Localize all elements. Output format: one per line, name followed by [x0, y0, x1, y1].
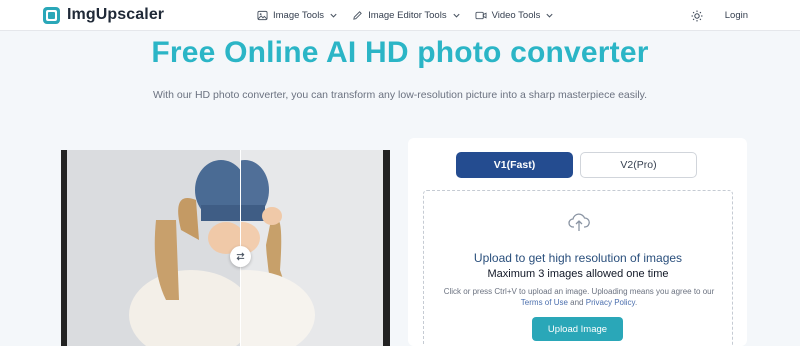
nav-image-tools-label: Image Tools [273, 10, 325, 21]
image-comparison-slider[interactable] [61, 150, 390, 346]
page-subtitle: With our HD photo converter, you can tra… [152, 89, 648, 101]
nav-image-tools[interactable]: Image Tools [257, 10, 338, 21]
upload-limit: Maximum 3 images allowed one time [487, 268, 669, 280]
video-icon [475, 11, 487, 20]
chevron-down-icon [546, 13, 553, 18]
sun-icon[interactable] [691, 10, 703, 22]
note-and: and [570, 298, 584, 307]
nav-video-tools-label: Video Tools [491, 10, 541, 21]
login-link[interactable]: Login [725, 10, 748, 21]
image-icon [257, 10, 268, 21]
tab-v1-fast[interactable]: V1(Fast) [456, 152, 573, 178]
chevron-down-icon [330, 13, 337, 18]
brand-logo[interactable]: ImgUpscaler [43, 6, 164, 24]
upload-terms-note: Click or press Ctrl+V to upload an image… [434, 286, 724, 308]
nav-image-editor-tools[interactable]: Image Editor Tools [352, 10, 461, 21]
tab-v2-pro[interactable]: V2(Pro) [580, 152, 697, 178]
nav-image-editor-tools-label: Image Editor Tools [368, 10, 447, 21]
note-text: Click or press Ctrl+V to upload an image… [443, 287, 715, 296]
swap-arrows-icon [236, 252, 245, 261]
terms-of-use-link[interactable]: Terms of Use [521, 298, 568, 307]
cloud-upload-icon [568, 213, 590, 231]
note-period: . [634, 298, 638, 307]
page-title: Free Online AI HD photo converter [151, 36, 649, 69]
photo-before [129, 160, 253, 346]
before-image [61, 150, 253, 346]
pencil-icon [353, 11, 362, 20]
logo-icon [43, 6, 60, 24]
nav-video-tools[interactable]: Video Tools [475, 10, 555, 21]
main-nav: Image Tools Image Editor Tools Video Too… [257, 0, 554, 31]
privacy-policy-link[interactable]: Privacy Policy [586, 298, 635, 307]
after-image [175, 150, 390, 346]
photo-after [175, 160, 315, 346]
top-navbar: ImgUpscaler Image Tools Image Editor Too… [0, 0, 800, 31]
header-actions: Login [691, 0, 748, 31]
upload-panel: V1(Fast) V2(Pro) Upload to get high reso… [408, 138, 747, 346]
upload-title: Upload to get high resolution of images [473, 251, 683, 265]
version-tabs: V1(Fast) V2(Pro) [456, 152, 697, 178]
upload-dropzone[interactable]: Upload to get high resolution of images … [423, 190, 733, 346]
upload-image-button[interactable]: Upload Image [532, 317, 623, 341]
brand-name: ImgUpscaler [67, 6, 165, 23]
comparison-handle[interactable] [230, 246, 251, 267]
chevron-down-icon [452, 13, 460, 18]
